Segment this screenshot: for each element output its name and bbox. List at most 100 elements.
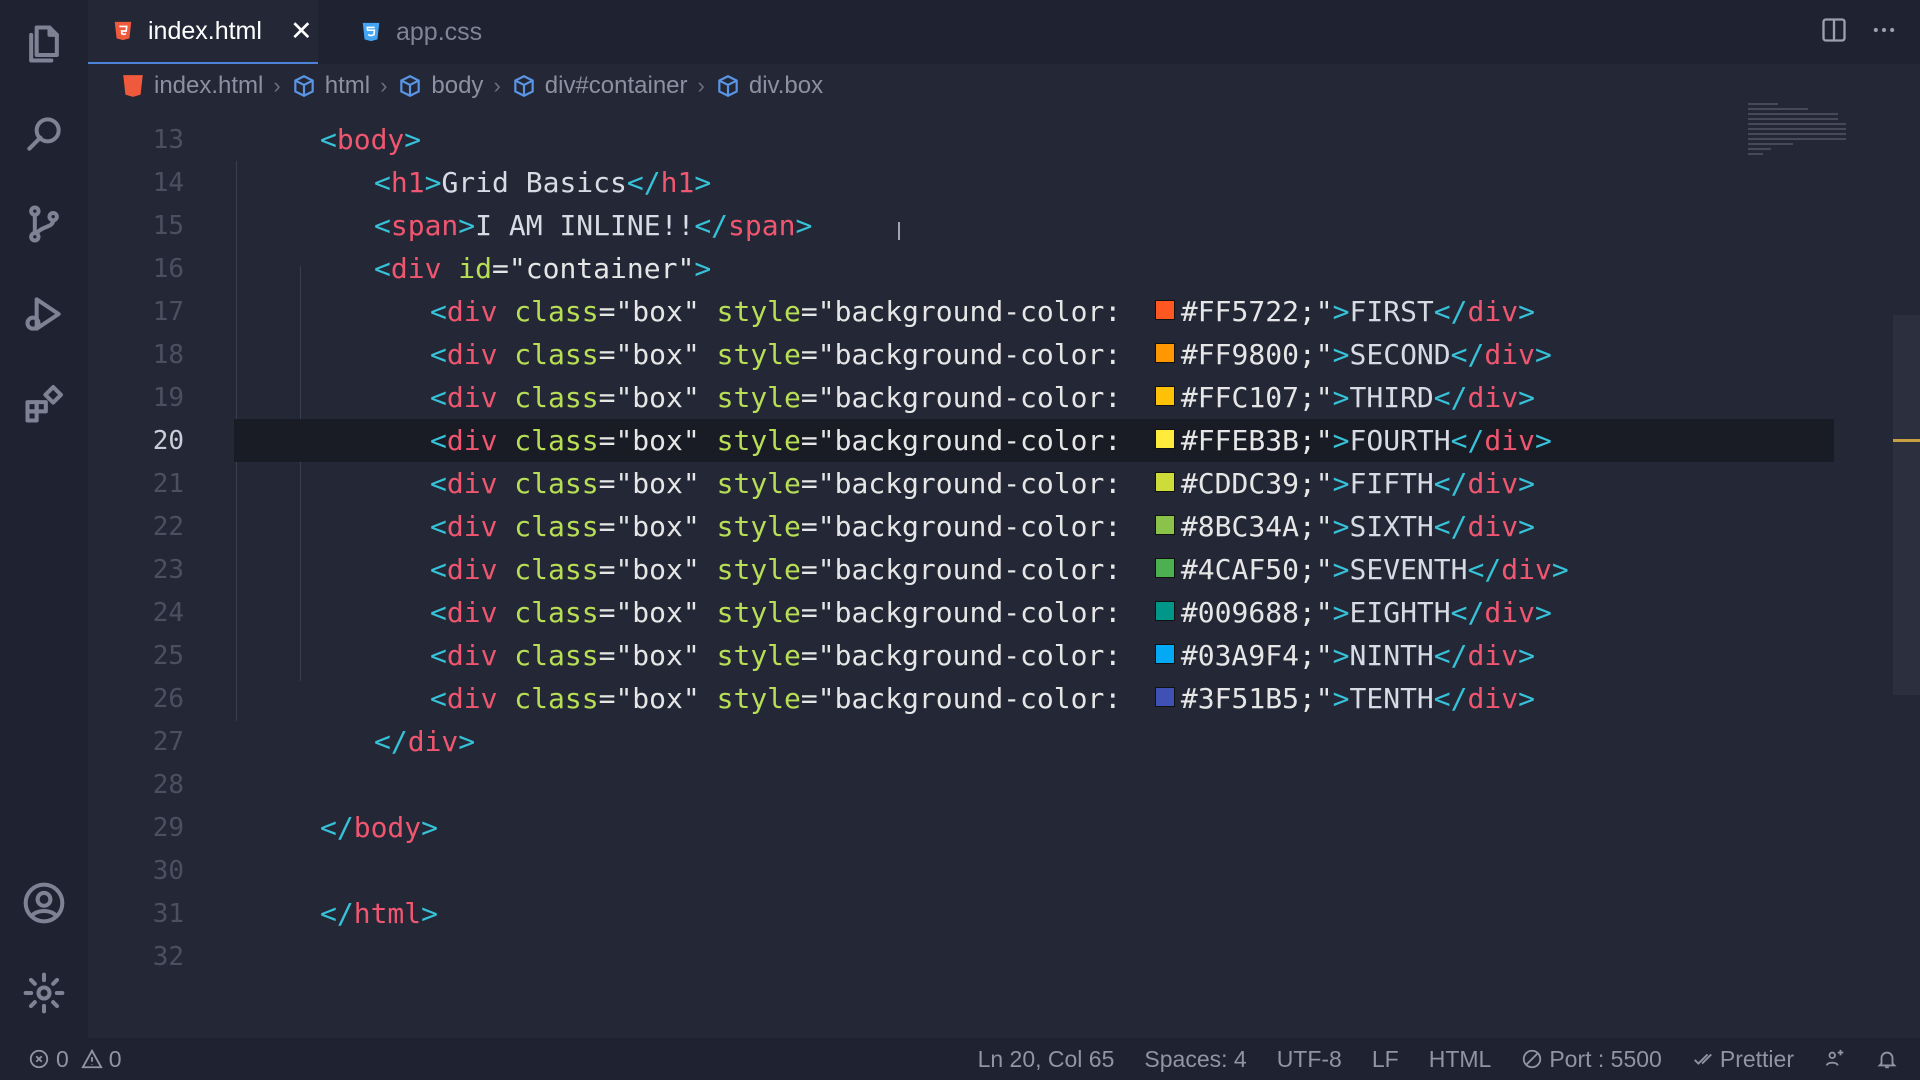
code-text: <span>I AM INLINE!!</span> <box>374 209 813 242</box>
code-line[interactable]: 25 <div class="box" style="background-col… <box>88 634 1748 677</box>
breadcrumb-label: div.box <box>748 72 824 99</box>
minimap[interactable] <box>1748 100 1898 210</box>
prettier-status[interactable]: Prettier <box>1692 1046 1794 1073</box>
source-control-icon[interactable] <box>14 194 74 254</box>
code-text: <h1>Grid Basics</h1> <box>374 166 712 199</box>
breadcrumb-box[interactable]: div.box <box>715 72 823 100</box>
breadcrumb-label: div#container <box>544 72 688 99</box>
chevron-right-icon: › <box>493 73 501 98</box>
encoding[interactable]: UTF-8 <box>1277 1046 1342 1073</box>
scrollbar[interactable] <box>1893 315 1920 695</box>
extensions-icon[interactable] <box>14 374 74 434</box>
code-line[interactable]: 28 <box>88 763 1748 806</box>
code-line[interactable]: 24 <div class="box" style="background-col… <box>88 591 1748 634</box>
code-text: <div class="box" style="background-color… <box>430 424 1552 457</box>
breadcrumb-container[interactable]: div#container <box>511 72 688 100</box>
code-line[interactable]: 31 </html> <box>88 892 1748 935</box>
line-number: 13 <box>152 124 184 155</box>
line-number: 23 <box>152 554 184 585</box>
bell-icon <box>1877 1051 1897 1069</box>
code-line[interactable]: 23 <div class="box" style="background-col… <box>88 548 1748 591</box>
code-text: <body> <box>320 123 422 156</box>
line-number: 15 <box>152 210 184 241</box>
color-swatch[interactable] <box>1154 343 1175 363</box>
code-text: <div class="box" style="background-color… <box>430 467 1535 500</box>
code-text: </div> <box>374 725 476 758</box>
code-line[interactable]: 29 </body> <box>88 806 1748 849</box>
code-line[interactable]: 21 <div class="box" style="background-col… <box>88 462 1748 505</box>
color-swatch[interactable] <box>1154 515 1175 535</box>
line-number: 20 <box>152 425 184 456</box>
line-number: 32 <box>152 941 184 972</box>
code-line[interactable]: 18 <div class="box" style="background-col… <box>88 333 1748 376</box>
code-line[interactable]: 13 <body> <box>88 118 1748 161</box>
feedback-button[interactable] <box>1824 1048 1846 1070</box>
line-number: 28 <box>152 769 184 800</box>
explorer-icon[interactable] <box>14 14 74 74</box>
code-text: <div class="box" style="background-color… <box>430 596 1552 629</box>
chevron-right-icon: › <box>273 73 281 98</box>
color-swatch[interactable] <box>1154 644 1175 664</box>
line-number: 19 <box>152 382 184 413</box>
code-line[interactable]: 16 <div id="container"> <box>88 247 1748 290</box>
color-swatch[interactable] <box>1154 472 1175 492</box>
code-text: <div class="box" style="background-color… <box>430 338 1552 371</box>
code-line[interactable]: 26 <div class="box" style="background-col… <box>88 677 1748 720</box>
warning-count: 0 <box>108 1045 122 1072</box>
code-text: <div class="box" style="background-color… <box>430 510 1535 543</box>
activity-bar <box>0 0 88 1038</box>
line-number: 16 <box>152 253 184 284</box>
color-swatch[interactable] <box>1154 601 1175 621</box>
code-line[interactable]: 22 <div class="box" style="background-col… <box>88 505 1748 548</box>
text-cursor-icon <box>898 222 906 240</box>
color-swatch[interactable] <box>1154 300 1175 320</box>
port-label: Port : 5500 <box>1549 1045 1662 1072</box>
notifications-button[interactable] <box>1876 1048 1898 1070</box>
code-line[interactable]: 14 <h1>Grid Basics</h1> <box>88 161 1748 204</box>
color-swatch[interactable] <box>1154 429 1175 449</box>
settings-gear-icon[interactable] <box>14 963 74 1023</box>
cursor-position[interactable]: Ln 20, Col 65 <box>978 1046 1115 1073</box>
cube-icon <box>293 75 314 97</box>
color-swatch[interactable] <box>1154 687 1175 707</box>
code-line[interactable]: 19 <div class="box" style="background-col… <box>88 376 1748 419</box>
scrollbar-cursor-marker <box>1893 439 1920 442</box>
tab-label: index.html <box>148 16 262 45</box>
code-line[interactable]: 20 <div class="box" style="background-col… <box>88 419 1834 462</box>
end-of-line[interactable]: LF <box>1372 1046 1399 1073</box>
problems-indicator[interactable]: 0 0 <box>28 1046 122 1073</box>
code-text: <div class="box" style="background-color… <box>430 553 1569 586</box>
more-actions-icon[interactable] <box>1870 16 1898 44</box>
breadcrumb-body[interactable]: body <box>397 72 483 100</box>
close-tab-icon[interactable]: ✕ <box>290 16 313 47</box>
code-text: <div class="box" style="background-color… <box>430 381 1535 414</box>
breadcrumb-label: index.html <box>154 72 264 99</box>
error-count: 0 <box>56 1045 69 1072</box>
code-line[interactable]: 15 <span>I AM INLINE!!</span> <box>88 204 1748 247</box>
indentation[interactable]: Spaces: 4 <box>1144 1046 1246 1073</box>
account-icon[interactable] <box>14 873 74 933</box>
split-editor-icon[interactable] <box>1820 16 1848 44</box>
html5-icon <box>114 21 132 41</box>
color-swatch[interactable] <box>1154 558 1175 578</box>
breadcrumb-html[interactable]: html <box>291 72 370 100</box>
tab-app-css[interactable]: app.css <box>340 0 482 64</box>
run-debug-icon[interactable] <box>14 284 74 344</box>
language-mode[interactable]: HTML <box>1429 1046 1492 1073</box>
no-entry-icon <box>1523 1049 1542 1069</box>
code-text: <div class="box" style="background-color… <box>430 682 1535 715</box>
code-text: <div class="box" style="background-color… <box>430 639 1535 672</box>
breadcrumb-file[interactable]: index.html <box>120 72 263 100</box>
search-icon[interactable] <box>14 104 74 164</box>
tab-index-html[interactable]: index.html ✕ <box>88 0 318 64</box>
code-line[interactable]: 17 <div class="box" style="background-col… <box>88 290 1748 333</box>
code-text: </html> <box>320 897 439 930</box>
breadcrumb-label: html <box>324 72 371 99</box>
code-line[interactable]: 32 <box>88 935 1748 978</box>
status-bar: 0 0 Ln 20, Col 65 Spaces: 4 UTF-8 LF HTM… <box>0 1038 1920 1080</box>
code-line[interactable]: 27 </div> <box>88 720 1748 763</box>
code-line[interactable]: 30 <box>88 849 1748 892</box>
live-server-port[interactable]: Port : 5500 <box>1521 1046 1662 1073</box>
code-editor[interactable]: 13 <body> 14 <h1>Grid Basics</h1> 15 <span>I … <box>88 118 1834 1038</box>
color-swatch[interactable] <box>1154 386 1175 406</box>
